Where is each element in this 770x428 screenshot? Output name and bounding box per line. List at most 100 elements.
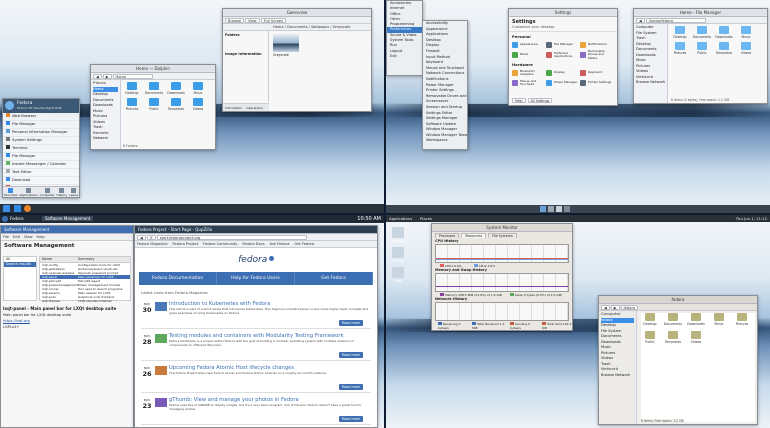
clock[interactable]: 10:50 AM [357, 216, 381, 222]
menu-3[interactable]: Help [37, 235, 45, 239]
folder-item[interactable]: Documents [145, 82, 163, 95]
article-title[interactable]: Introduction to Kubernetes with Fedora [169, 301, 369, 307]
folder-item[interactable]: Templates [715, 42, 733, 55]
back-button[interactable]: ◀ [137, 234, 146, 240]
folder-item[interactable]: Documents [693, 26, 711, 39]
panel-launcher-icon[interactable] [547, 206, 554, 212]
settings-item[interactable]: Bluetooth Adapters [512, 68, 546, 78]
submenu-item-21[interactable]: Workspaces [423, 138, 467, 144]
settings-item[interactable]: File Manager [546, 40, 580, 50]
article-title[interactable]: Upcoming Fedora Atomic Host lifecycle ch… [169, 365, 369, 371]
path-button[interactable]: fedora [620, 304, 639, 310]
network-item-0[interactable]: Browse Network [601, 373, 634, 379]
monitor-tab-1[interactable]: Resources [461, 233, 487, 238]
settings-item[interactable]: Keyboard [580, 68, 614, 78]
bookmark-1[interactable]: Fedora Project [173, 242, 199, 246]
settings-item[interactable]: Appearance [512, 40, 546, 50]
applications-menu[interactable]: Applications [389, 215, 412, 222]
menu-item[interactable]: File Manager [3, 153, 79, 161]
menu-item[interactable]: Terminal [3, 145, 79, 153]
menu-tab-2[interactable]: Computer [40, 187, 55, 197]
settings-item[interactable]: Mouse and Touchpad [512, 78, 546, 88]
bookmark-2[interactable]: Fedora Community [203, 242, 237, 246]
breadcrumb[interactable]: Home / Documents / Wallpaper / Greyscale [223, 24, 371, 31]
folder-item[interactable]: Desktop [671, 26, 689, 39]
folder-item[interactable]: Music [710, 313, 728, 326]
read-more-button[interactable]: Read more [339, 352, 363, 358]
read-more-button[interactable]: Read more [339, 384, 363, 390]
system-monitor-window[interactable]: System Monitor Processes Resources File Sy… [431, 223, 573, 331]
location-bar[interactable]: Home [112, 73, 153, 79]
all-settings-button[interactable]: All Settings [527, 98, 553, 103]
bookmark-3[interactable]: Fedora Docs [242, 242, 264, 246]
folder-item[interactable]: Downloads [715, 26, 733, 39]
bookmark-0[interactable]: Fedora Magazine [137, 242, 168, 246]
folder-item[interactable]: Videos [737, 42, 755, 55]
folder-item[interactable]: Pictures [733, 313, 751, 326]
dolphin-task-icon[interactable] [14, 205, 21, 212]
tab-0[interactable]: Browse [225, 17, 245, 23]
settings-item[interactable]: Printer Settings [580, 78, 614, 88]
folder-item[interactable]: Templates [167, 98, 185, 111]
menu-tab-1[interactable]: Applications [19, 187, 38, 197]
column-name[interactable]: Name [40, 257, 78, 262]
folder-item[interactable]: Public [145, 98, 163, 111]
monitor-tab-2[interactable]: File Systems [488, 233, 517, 238]
folder-item[interactable]: Documents [664, 313, 682, 326]
desktop-icon[interactable]: Trash [390, 267, 406, 283]
back-button[interactable]: ◀ [601, 304, 610, 310]
forward-button[interactable]: ▶ [102, 73, 112, 79]
settings-item[interactable]: Removable Drives and Media [580, 49, 614, 60]
places-menu[interactable]: Places [420, 215, 432, 222]
dolphin-window[interactable]: Home — Dolphin ◀ ▶ Home Places Home Desktop… [90, 64, 216, 150]
bottom-tab-1[interactable]: Operations [244, 104, 265, 111]
submenu-item-15[interactable]: Session and Startup [423, 105, 467, 111]
bookmark-5[interactable]: Get Fedora [294, 242, 314, 246]
panel-launcher-icon[interactable] [539, 206, 546, 212]
folder-item[interactable]: Downloads [687, 313, 705, 326]
menu-tab-0[interactable]: Favorites [4, 187, 18, 197]
gwenview-window[interactable]: Gwenview Browse View Full Screen Home / Do… [222, 8, 372, 112]
location-bar[interactable]: /home/fedora [645, 17, 706, 23]
group-item[interactable]: Search results [4, 262, 36, 267]
folder-item[interactable]: Public [641, 331, 659, 344]
menu-item[interactable]: Web Browser [3, 113, 79, 121]
remote-item-0[interactable]: Network [93, 136, 118, 142]
nav-link-2[interactable]: Get Fedora [295, 272, 373, 285]
menu-item[interactable]: Instant Messenger / Calendar [3, 161, 79, 169]
folder-item[interactable]: Public [693, 42, 711, 55]
bookmark-4[interactable]: Ask Fedora [270, 242, 290, 246]
back-button[interactable]: ◀ [636, 17, 645, 23]
settings-item[interactable]: Panel [512, 50, 546, 60]
wallpaper-thumbnail[interactable] [273, 34, 299, 52]
folder-item[interactable]: Pictures [671, 42, 689, 55]
main-menu-item-10[interactable]: Exit [387, 54, 422, 59]
read-more-button[interactable]: Read more [339, 416, 363, 422]
thunar-window[interactable]: Home - File Manager ◀/home/fedora Comput… [633, 8, 768, 104]
start-label[interactable]: Fedora [10, 216, 24, 221]
clock[interactable]: Thu Jun 1, 11:12 [736, 215, 767, 222]
folder-item[interactable]: Videos [189, 98, 207, 111]
menu-item[interactable]: Personal Information Manager [3, 129, 79, 137]
menu-item[interactable]: System Settings [3, 137, 79, 145]
help-button[interactable]: Help [512, 98, 526, 103]
desktop-icon[interactable]: Home [390, 247, 406, 263]
folder-item[interactable]: Music [737, 26, 755, 39]
tab-1[interactable]: View [245, 17, 260, 23]
menu-tab-4[interactable]: Leave [69, 187, 78, 197]
menu-item[interactable]: Text Editor [3, 169, 79, 177]
network-item-0[interactable]: Browse Network [636, 80, 665, 86]
folder-item[interactable]: Pictures [123, 98, 141, 111]
monitor-tab-0[interactable]: Processes [435, 233, 460, 238]
settings-item[interactable]: Power Manager [546, 78, 580, 88]
read-more-button[interactable]: Read more [339, 320, 363, 326]
column-summary[interactable]: Summary [78, 257, 94, 262]
caja-window[interactable]: fedora ◀ ▶ fedora Computer fedora Desktop Fi… [598, 295, 758, 425]
back-button[interactable]: ◀ [93, 73, 102, 79]
desktop-icon[interactable]: Computer [390, 227, 406, 243]
folder-item[interactable]: Templates [664, 331, 682, 344]
tab-2[interactable]: Full Screen [260, 17, 287, 23]
folder-item[interactable]: Downloads [167, 82, 185, 95]
menu-0[interactable]: File [3, 235, 9, 239]
settings-window[interactable]: Settings Settings Customize your desktop… [508, 8, 618, 106]
